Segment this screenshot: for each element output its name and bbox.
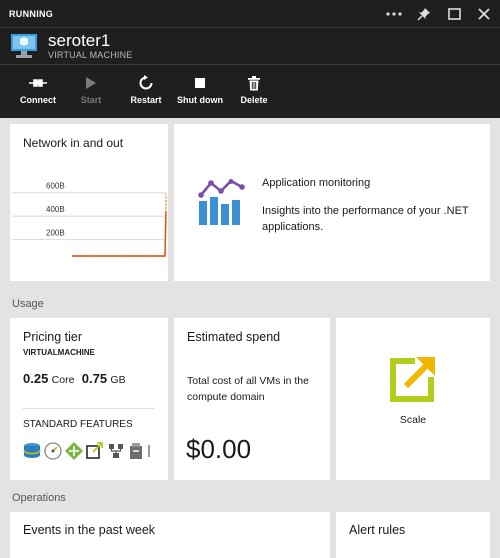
app-monitoring-description: Insights into the performance of your .N… [262,205,469,233]
pricing-tier-title: Pricing tier [23,330,83,344]
application-monitoring-tile[interactable]: Application monitoring Insights into the… [174,124,490,281]
events-tile[interactable]: Events in the past week [10,512,330,558]
virtual-machine-icon [10,33,38,59]
stop-icon [194,74,206,92]
pricing-specs: 0.25 Core 0.75 GB [23,371,126,386]
storage-icon [23,442,41,465]
pricing-tier-tile[interactable]: Pricing tier VIRTUALMACHINE 0.25 Core 0.… [10,318,168,480]
delete-button[interactable]: Delete [228,74,280,105]
trash-icon [248,74,260,92]
y-tick-label: 400B [46,205,65,214]
play-icon [85,74,97,92]
cores-unit: Core [51,374,75,386]
status-label: RUNNING [9,9,54,19]
header-divider [0,27,500,28]
y-tick-label: 200B [46,229,65,238]
speedometer-icon [44,442,62,465]
autoscale-icon [86,442,104,465]
close-icon[interactable] [476,6,492,22]
pricing-tier-name: VIRTUALMACHINE [23,348,95,357]
delete-label: Delete [240,95,268,105]
connect-label: Connect [20,95,56,105]
app-insights-icon [198,179,246,232]
load-balancer-icon [65,442,83,465]
estimated-spend-description: Total cost of all VMs in the compute dom… [187,375,309,403]
scale-icon [389,355,437,408]
header-divider [0,64,500,65]
window-controls [386,4,492,24]
vm-type: VIRTUAL MACHINE [48,50,133,60]
start-button[interactable]: Start [65,74,117,105]
alert-rules-tile[interactable]: Alert rules [336,512,490,558]
network-chart: 600B 400B 200B [12,182,167,257]
shut-down-label: Shut down [177,95,223,105]
estimated-spend-tile[interactable]: Estimated spend Total cost of all VMs in… [174,318,330,480]
connect-icon [28,74,48,92]
restart-icon [138,74,154,92]
pricing-divider [23,408,154,409]
estimated-spend-amount: $0.00 [186,434,252,464]
scale-label: Scale [399,414,427,426]
shut-down-button[interactable]: Shut down [174,74,226,105]
memory-value: 0.75 [81,371,108,386]
start-label: Start [80,95,102,105]
network-series-line [72,211,167,257]
restart-label: Restart [130,95,162,105]
connect-button[interactable]: Connect [12,74,64,105]
command-bar: Connect Start Restart Shut down Delete [0,74,290,114]
alert-rules-title: Alert rules [349,523,406,537]
backup-icon [128,442,144,465]
network-tile[interactable]: Network in and out 600B 400B 200B [10,124,168,281]
network-icon [107,442,125,465]
restart-button[interactable]: Restart [120,74,172,105]
more-icon[interactable] [386,6,402,22]
network-series-line [72,193,167,257]
scale-tile[interactable]: Scale [336,318,490,480]
events-tile-title: Events in the past week [23,523,156,537]
more-features-icon [147,442,151,465]
y-tick-label: 600B [46,182,65,191]
usage-section-label: Usage [12,298,44,310]
maximize-icon[interactable] [446,6,462,22]
features-row [23,442,151,465]
pin-icon[interactable] [416,6,432,22]
memory-unit: GB [110,374,126,386]
app-monitoring-title: Application monitoring [262,177,371,189]
blade-header: RUNNING seroter1 VIRTUAL MACHINE Connect… [0,0,500,118]
estimated-spend-title: Estimated spend [187,330,281,344]
cores-value: 0.25 [23,371,49,386]
standard-features-label: STANDARD FEATURES [23,419,133,430]
operations-section-label: Operations [12,492,66,504]
vm-name: seroter1 [48,31,111,50]
